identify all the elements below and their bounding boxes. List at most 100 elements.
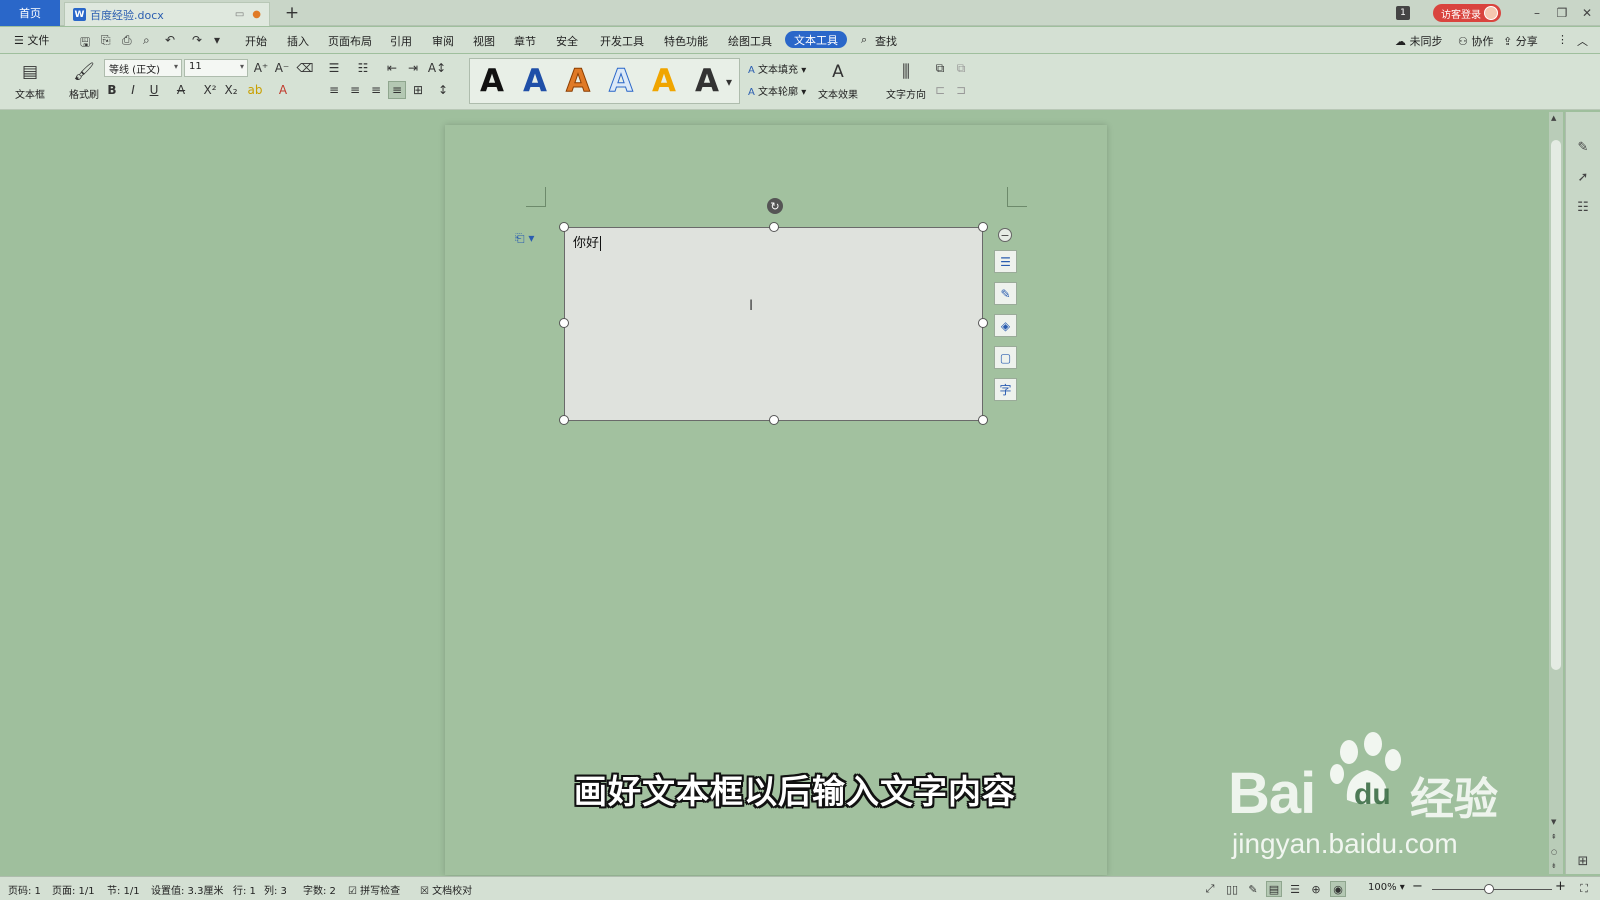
grow-font-icon[interactable]: A⁺ [252, 59, 270, 77]
fullscreen-icon[interactable]: ⤢ [1202, 881, 1218, 897]
style-blue[interactable]: A [517, 63, 553, 99]
align-center-icon[interactable]: ≡ [346, 81, 364, 99]
menu-references[interactable]: 引用 [390, 33, 412, 49]
web-view-icon[interactable]: ⊕ [1308, 881, 1324, 897]
page-view-icon[interactable]: ▤ [1266, 881, 1282, 897]
menu-developer[interactable]: 开发工具 [600, 33, 644, 49]
scroll-down-icon[interactable]: ▼ [1551, 818, 1556, 826]
settings-panel-icon[interactable]: ☷ [1574, 198, 1592, 216]
status-pages[interactable]: 页面: 1/1 [52, 882, 95, 897]
resize-handle-right[interactable] [978, 318, 988, 328]
window-count-badge[interactable]: 1 [1396, 6, 1410, 20]
clear-format-icon[interactable]: ⌫ [296, 59, 314, 77]
wrap-text-tool-icon[interactable]: ☰ [994, 250, 1017, 273]
zoom-out-icon[interactable]: − [1412, 879, 1423, 894]
highlight-icon[interactable]: ab [246, 81, 264, 99]
tab-home[interactable]: 首页 [0, 0, 60, 26]
new-tab-button[interactable]: + [282, 2, 302, 24]
resize-handle-bottom-left[interactable] [559, 415, 569, 425]
superscript-icon[interactable]: X² [201, 81, 219, 99]
bullet-list-icon[interactable]: ☰ [325, 59, 343, 77]
text-box[interactable]: 你好 [564, 227, 983, 421]
subscript-icon[interactable]: X₂ [222, 81, 240, 99]
italic-icon[interactable]: I [124, 81, 142, 99]
menu-review[interactable]: 审阅 [432, 33, 454, 49]
doc-check-toggle[interactable]: ☒ 文档校对 [420, 882, 472, 897]
numbered-list-icon[interactable]: ☷ [354, 59, 372, 77]
undo-icon[interactable]: ↶ [165, 33, 175, 47]
shrink-font-icon[interactable]: A⁻ [273, 59, 291, 77]
font-size-select[interactable]: 11 ▾ [184, 59, 248, 77]
menu-text-tools[interactable]: 文本工具 [785, 31, 847, 48]
outline-view-icon[interactable]: ☰ [1287, 881, 1303, 897]
menu-insert[interactable]: 插入 [287, 33, 309, 49]
resize-handle-bottom[interactable] [769, 415, 779, 425]
style-black[interactable]: A [474, 63, 510, 99]
scroll-up-icon[interactable]: ▲ [1551, 114, 1556, 122]
textbox-unlink-icon[interactable]: ⧉ [952, 59, 970, 77]
menu-security[interactable]: 安全 [556, 33, 578, 49]
print-preview-icon[interactable]: ⌕ [143, 33, 150, 48]
line-spacing-icon[interactable]: ↕ [434, 81, 452, 99]
grid-panel-icon[interactable]: ⊞ [1574, 852, 1592, 870]
textbox-button[interactable]: ▤ 文本框 [8, 58, 52, 106]
menu-drawing-tools[interactable]: 绘图工具 [728, 33, 772, 49]
bold-icon[interactable]: B [103, 81, 121, 99]
distributed-icon[interactable]: ⊞ [409, 81, 427, 99]
menu-chapter[interactable]: 章节 [514, 33, 536, 49]
resize-handle-top[interactable] [769, 222, 779, 232]
style-orange-outline[interactable]: A [560, 63, 596, 100]
print-icon[interactable]: ⎙ [122, 33, 132, 48]
gallery-more-icon[interactable]: ▾ [722, 73, 736, 91]
prev-page-icon[interactable]: ⇞ [1551, 833, 1557, 841]
status-word-count[interactable]: 字数: 2 [303, 882, 336, 897]
collab-button[interactable]: ⚇ 协作 [1458, 33, 1493, 49]
strikethrough-icon[interactable]: A [172, 81, 190, 99]
text-tool-button[interactable]: 字 [994, 378, 1017, 401]
font-color-icon[interactable]: A [274, 81, 292, 99]
format-painter-button[interactable]: 🖌 格式刷 [62, 58, 106, 106]
visitor-login-button[interactable]: 访客登录 [1433, 4, 1501, 22]
redo-icon[interactable]: ↷ [192, 33, 202, 47]
text-outline-button[interactable]: A 文本轮廓 ▾ [748, 83, 806, 98]
zoom-in-icon[interactable]: + [1555, 879, 1566, 894]
resize-handle-bottom-right[interactable] [978, 415, 988, 425]
textbox-prev-icon[interactable]: ⊏ [931, 81, 949, 99]
menu-view[interactable]: 视图 [473, 33, 495, 49]
textbox-link-icon[interactable]: ⧉ [931, 59, 949, 77]
search-icon[interactable]: ⌕ [861, 33, 867, 47]
reading-mode-icon[interactable]: ▯▯ [1224, 881, 1240, 897]
search-menu[interactable]: 查找 [875, 33, 897, 49]
collapse-toolbar-icon[interactable]: − [998, 228, 1012, 242]
align-left-icon[interactable]: ≡ [325, 81, 343, 99]
text-direction-button[interactable]: ⫼ 文字方向 [882, 58, 930, 106]
align-right-icon[interactable]: ≡ [367, 81, 385, 99]
text-box-content[interactable]: 你好 [573, 232, 602, 251]
textbox-next-icon[interactable]: ⊐ [952, 81, 970, 99]
collapse-ribbon-icon[interactable]: ︿ [1577, 33, 1588, 49]
eye-protection-icon[interactable]: ◉ [1330, 881, 1346, 897]
align-justify-icon[interactable]: ≡ [388, 81, 406, 99]
select-browse-icon[interactable]: ○ [1551, 848, 1557, 856]
more-icon[interactable]: ⋮ [1557, 33, 1568, 46]
decrease-indent-icon[interactable]: ⇤ [383, 59, 401, 77]
menu-page-layout[interactable]: 页面布局 [328, 33, 372, 49]
resize-handle-top-left[interactable] [559, 222, 569, 232]
resize-handle-left[interactable] [559, 318, 569, 328]
zoom-slider-knob[interactable] [1484, 884, 1494, 894]
file-menu[interactable]: ☰ 文件 [14, 32, 49, 48]
style-light-blue[interactable]: A [603, 63, 639, 100]
export-icon[interactable]: ⎘ [101, 33, 111, 48]
tab-document[interactable]: W 百度经验.docx ▭ ● [64, 2, 270, 26]
outline-tool-icon[interactable]: ▢ [994, 346, 1017, 369]
fit-window-icon[interactable]: ⛶ [1576, 881, 1592, 897]
style-dark[interactable]: A [689, 63, 725, 99]
fill-tool-icon[interactable]: ◈ [994, 314, 1017, 337]
scrollbar-thumb[interactable] [1551, 140, 1561, 670]
increase-indent-icon[interactable]: ⇥ [404, 59, 422, 77]
menu-start[interactable]: 开始 [245, 33, 267, 49]
edit-panel-icon[interactable]: ✎ [1574, 138, 1592, 156]
tab-pin-icon[interactable]: ▭ [235, 9, 244, 20]
text-fill-button[interactable]: A 文本填充 ▾ [748, 61, 806, 76]
resize-handle-top-right[interactable] [978, 222, 988, 232]
